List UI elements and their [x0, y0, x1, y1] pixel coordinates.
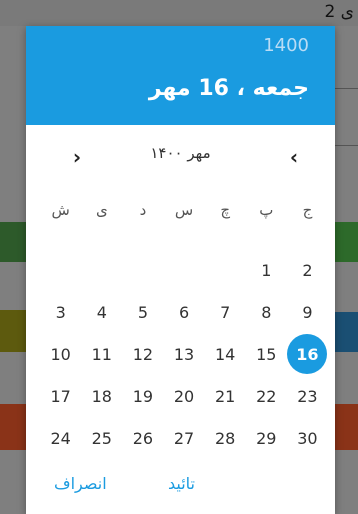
- bg-left-strip-green: [0, 222, 26, 262]
- bg-right-strip-green: [335, 222, 358, 262]
- calendar-week-row: 21: [40, 250, 328, 290]
- calendar-day[interactable]: 8: [246, 292, 287, 332]
- calendar-day-number: 20: [173, 386, 195, 406]
- calendar-week-row: 16 15 14 13 12 11 10: [40, 334, 328, 374]
- bg-top-bar: [0, 0, 358, 26]
- calendar-day-number: 14: [215, 344, 236, 364]
- calendar-day[interactable]: 9: [287, 292, 328, 332]
- calendar-day-number: 15: [256, 344, 277, 364]
- calendar-day[interactable]: 20: [164, 376, 205, 416]
- calendar-day[interactable]: 14: [205, 334, 246, 374]
- calendar-day[interactable]: 29: [246, 418, 287, 458]
- calendar-day[interactable]: 12: [122, 334, 163, 374]
- calendar-day[interactable]: 10: [40, 334, 81, 374]
- calendar-day[interactable]: 13: [164, 334, 205, 374]
- calendar-day[interactable]: 1: [246, 250, 287, 290]
- weekday-label: پ: [259, 201, 274, 219]
- weekday-label: چ: [220, 201, 231, 219]
- calendar-day[interactable]: 24: [40, 418, 81, 458]
- weekday-label: ش: [51, 201, 70, 219]
- calendar-day-number: 26: [132, 428, 154, 448]
- calendar-day[interactable]: 30: [287, 418, 328, 458]
- month-navigation: › مهر ۱۴۰۰ ‹: [26, 138, 335, 174]
- calendar-day[interactable]: 2: [287, 250, 328, 290]
- calendar-empty-cell: [164, 250, 205, 290]
- calendar-day[interactable]: 25: [81, 418, 122, 458]
- calendar-day-number: 17: [50, 386, 71, 406]
- calendar-day[interactable]: 19: [122, 376, 163, 416]
- bg-right-strip-blue: [335, 312, 358, 352]
- dialog-actions: تائید انصراف: [26, 466, 335, 502]
- calendar-day-number: 22: [256, 386, 277, 406]
- calendar-day-number: 30: [297, 428, 318, 448]
- calendar-day[interactable]: 27: [164, 418, 205, 458]
- calendar-day-number: 28: [215, 428, 236, 448]
- calendar-day-number: 10: [50, 344, 71, 364]
- calendar-day[interactable]: 21: [205, 376, 246, 416]
- calendar-day[interactable]: 28: [205, 418, 246, 458]
- calendar-day-number: 5: [137, 302, 149, 322]
- dialog-header: 1400 جمعه ، 16 مهر: [26, 26, 335, 125]
- calendar-day[interactable]: 18: [81, 376, 122, 416]
- calendar-day-number: 24: [50, 428, 71, 448]
- calendar-day[interactable]: 17: [40, 376, 81, 416]
- calendar-day-number: 7: [220, 302, 231, 322]
- calendar-day-number: 9: [302, 302, 313, 322]
- date-picker-dialog: 1400 جمعه ، 16 مهر › مهر ۱۴۰۰ ‹ ج پ چ س …: [26, 26, 335, 514]
- calendar-day-selected[interactable]: 16: [287, 334, 328, 374]
- calendar-day[interactable]: 3: [40, 292, 81, 332]
- weekday-label: ی: [95, 201, 108, 219]
- calendar-day-number: 2: [302, 260, 313, 280]
- calendar-week-row: 23 22 21 20 19 18 17: [40, 376, 328, 416]
- bg-divider: [335, 88, 358, 89]
- bg-divider: [335, 145, 358, 146]
- weekday-label: س: [174, 201, 194, 219]
- weekday-header-row: ج پ چ س د ی ش: [40, 190, 328, 230]
- calendar-empty-cell: [81, 250, 122, 290]
- calendar-day-number: 1: [261, 260, 272, 280]
- calendar-empty-cell: [205, 250, 246, 290]
- weekday-label: د: [139, 201, 147, 219]
- bg-left-strip-olive: [0, 310, 26, 352]
- calendar-day-number: 19: [132, 386, 154, 406]
- calendar-day-number: 3: [55, 302, 66, 322]
- calendar-day-number: 23: [297, 386, 318, 406]
- calendar-day-number: 6: [178, 302, 190, 322]
- calendar-day[interactable]: 7: [205, 292, 246, 332]
- calendar-day-number: 18: [91, 386, 112, 406]
- bg-title-fragment: ی 2: [324, 2, 354, 22]
- bg-left-strip-orange: [0, 404, 26, 450]
- calendar-day-number: 25: [91, 428, 112, 448]
- weekday-label: ج: [302, 201, 313, 219]
- calendar-day-number: 21: [215, 386, 236, 406]
- calendar-day-number: 12: [132, 344, 154, 364]
- confirm-button[interactable]: تائید: [164, 472, 199, 495]
- calendar-day-number: 8: [261, 302, 272, 322]
- calendar-day-number: 29: [256, 428, 277, 448]
- selected-date-title[interactable]: جمعه ، 16 مهر: [149, 76, 309, 101]
- calendar-day[interactable]: 4: [81, 292, 122, 332]
- calendar-day-number: 16: [287, 334, 328, 374]
- calendar-day[interactable]: 26: [122, 418, 163, 458]
- calendar-week-row: 30 29 28 27 26 25 24: [40, 418, 328, 458]
- calendar-day[interactable]: 6: [164, 292, 205, 332]
- calendar-day[interactable]: 22: [246, 376, 287, 416]
- calendar-day[interactable]: 23: [287, 376, 328, 416]
- year-selector[interactable]: 1400: [263, 35, 309, 56]
- calendar-day-number: 13: [173, 344, 195, 364]
- calendar-day[interactable]: 5: [122, 292, 163, 332]
- cancel-button[interactable]: انصراف: [50, 472, 111, 495]
- calendar-day-number: 4: [96, 302, 107, 322]
- calendar-day[interactable]: 15: [246, 334, 287, 374]
- calendar-week-row: 9 8 7 6 5 4 3: [40, 292, 328, 332]
- calendar-empty-cell: [122, 250, 163, 290]
- calendar-empty-cell: [40, 250, 81, 290]
- bg-right-strip-orange: [335, 404, 358, 450]
- chevron-left-icon[interactable]: ‹: [281, 144, 307, 170]
- calendar-day-number: 27: [173, 428, 195, 448]
- calendar-day[interactable]: 11: [81, 334, 122, 374]
- calendar-day-number: 11: [91, 344, 112, 364]
